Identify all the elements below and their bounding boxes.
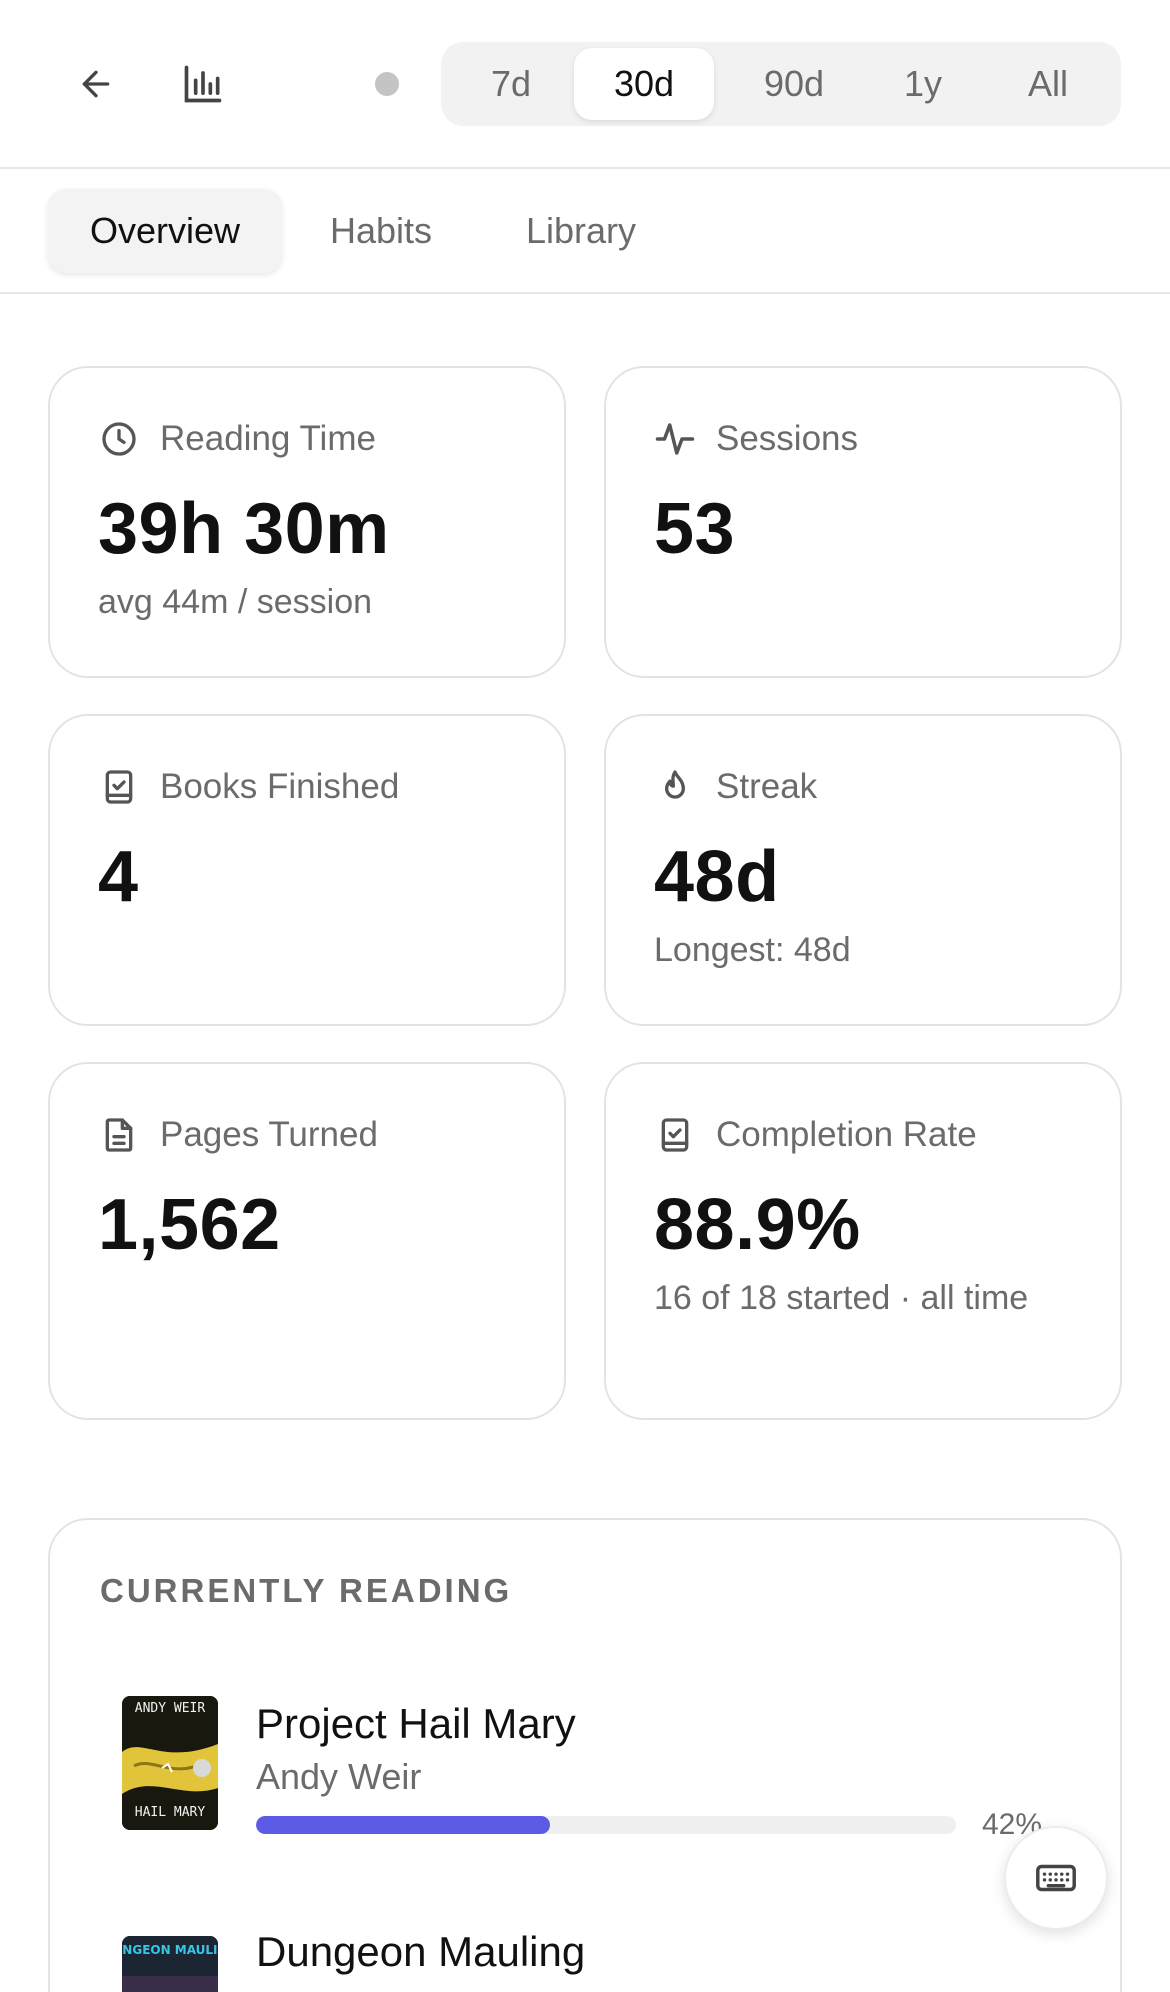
- book-title: Project Hail Mary: [256, 1700, 576, 1747]
- top-bar: 7d 30d 90d 1y All: [0, 0, 1170, 169]
- tab-overview[interactable]: Overview: [48, 189, 282, 273]
- book-cover: DUNGEON MAULING: [122, 1936, 218, 1992]
- book-item[interactable]: DUNGEON MAULING Dungeon Mauling: [50, 1924, 1124, 1992]
- stat-subtext: 16 of 18 started · all time: [654, 1279, 1029, 1317]
- currently-reading-card: CURRENTLY READING ANDY WEIR HAIL MARY Pr…: [48, 1518, 1122, 1992]
- progress-fill: [256, 1816, 550, 1834]
- stat-card-streak: Streak 48d Longest: 48d: [604, 714, 1122, 1026]
- range-option-30d[interactable]: 30d: [574, 48, 714, 120]
- keyboard-button[interactable]: [1004, 1826, 1108, 1930]
- range-option-1y[interactable]: 1y: [873, 48, 973, 120]
- section-title: CURRENTLY READING: [100, 1572, 513, 1609]
- book-title: Dungeon Mauling: [256, 1928, 586, 1975]
- tab-library[interactable]: Library: [526, 189, 636, 273]
- stat-card-books-finished: Books Finished 4: [48, 714, 566, 1026]
- stat-subtext: Longest: 48d: [654, 931, 851, 969]
- stat-label: Pages Turned: [160, 1115, 378, 1154]
- clock-icon: [98, 418, 140, 460]
- keyboard-icon: [1036, 1864, 1076, 1892]
- stat-subtext: avg 44m / session: [98, 583, 373, 621]
- range-option-90d[interactable]: 90d: [729, 48, 859, 120]
- stat-card-sessions: Sessions 53: [604, 366, 1122, 678]
- stat-card-pages-turned: Pages Turned 1,562: [48, 1062, 566, 1420]
- stat-label: Completion Rate: [716, 1115, 977, 1154]
- range-option-7d[interactable]: 7d: [461, 48, 561, 120]
- range-selector: 7d 30d 90d 1y All: [441, 42, 1121, 126]
- book-cover: ANDY WEIR HAIL MARY: [122, 1696, 218, 1830]
- progress-bar: [256, 1816, 956, 1834]
- stat-value: 48d: [654, 837, 780, 917]
- flame-icon: [654, 766, 696, 808]
- cover-text: DUNGEON MAULING: [122, 1943, 218, 1957]
- tab-habits[interactable]: Habits: [330, 189, 432, 273]
- tab-bar: Overview Habits Library: [0, 171, 1170, 294]
- arrow-left-icon: [82, 70, 110, 98]
- stat-label: Sessions: [716, 419, 859, 458]
- stats-button[interactable]: [171, 52, 235, 116]
- book-author: Andy Weir: [256, 1756, 422, 1797]
- book-item[interactable]: ANDY WEIR HAIL MARY Project Hail Mary An…: [50, 1686, 1124, 1846]
- book-check-icon: [98, 766, 140, 808]
- stat-value: 53: [654, 489, 736, 569]
- status-dot: [375, 72, 399, 96]
- file-text-icon: [98, 1114, 140, 1156]
- back-button[interactable]: [64, 52, 128, 116]
- stat-value: 1,562: [98, 1185, 281, 1265]
- cover-text: ANDY WEIR: [135, 1701, 206, 1716]
- cover-text: HAIL MARY: [135, 1805, 206, 1820]
- stat-label: Books Finished: [160, 767, 400, 806]
- book-check-icon: [654, 1114, 696, 1156]
- stat-value: 4: [98, 837, 139, 917]
- bar-chart-icon: [184, 65, 222, 103]
- range-option-all[interactable]: All: [993, 48, 1103, 120]
- activity-icon: [654, 418, 696, 460]
- stat-label: Streak: [716, 767, 818, 806]
- stat-value: 39h 30m: [98, 489, 390, 569]
- stat-label: Reading Time: [160, 419, 376, 458]
- stat-card-completion-rate: Completion Rate 88.9% 16 of 18 started ·…: [604, 1062, 1122, 1420]
- stat-card-reading-time: Reading Time 39h 30m avg 44m / session: [48, 366, 566, 678]
- stat-value: 88.9%: [654, 1185, 861, 1265]
